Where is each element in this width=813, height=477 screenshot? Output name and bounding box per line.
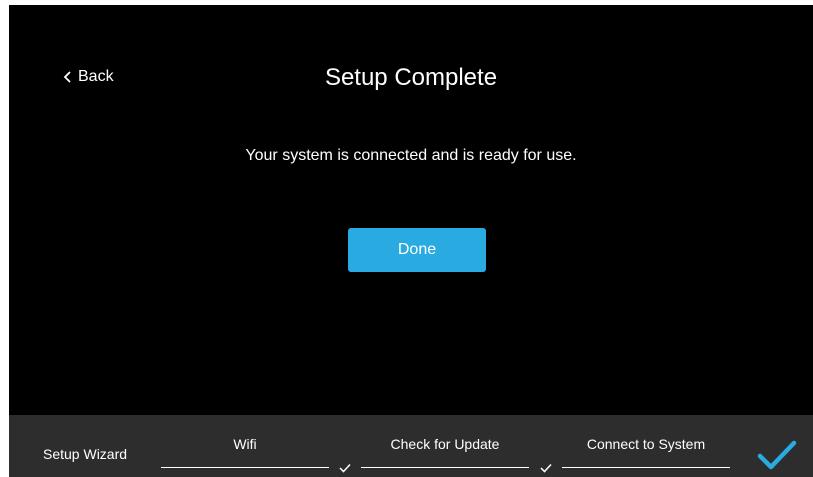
wizard-step-connect-to-system: Connect to System	[562, 415, 730, 477]
wizard-step-line	[562, 467, 730, 468]
wizard-step-label: Wifi	[233, 436, 257, 452]
done-button[interactable]: Done	[348, 228, 486, 272]
wizard-step-wifi: Wifi	[161, 415, 329, 477]
wizard-label: Setup Wizard	[43, 446, 128, 462]
wizard-progress-bar: Setup Wizard Wifi Check for Update Conne…	[9, 415, 813, 477]
step-complete-check-icon	[339, 463, 351, 473]
checkmark-icon	[757, 440, 797, 470]
page-title: Setup Complete	[324, 64, 498, 91]
wizard-step-check-for-update: Check for Update	[361, 415, 529, 477]
wizard-step-label: Connect to System	[586, 436, 706, 452]
step-complete-check-icon	[540, 463, 552, 473]
setup-screen: Back Setup Complete Your system is conne…	[9, 5, 813, 477]
wizard-step-line	[161, 467, 329, 468]
wizard-step-line	[361, 467, 529, 468]
status-message: Your system is connected and is ready fo…	[245, 147, 577, 164]
wizard-step-label: Check for Update	[390, 436, 500, 452]
